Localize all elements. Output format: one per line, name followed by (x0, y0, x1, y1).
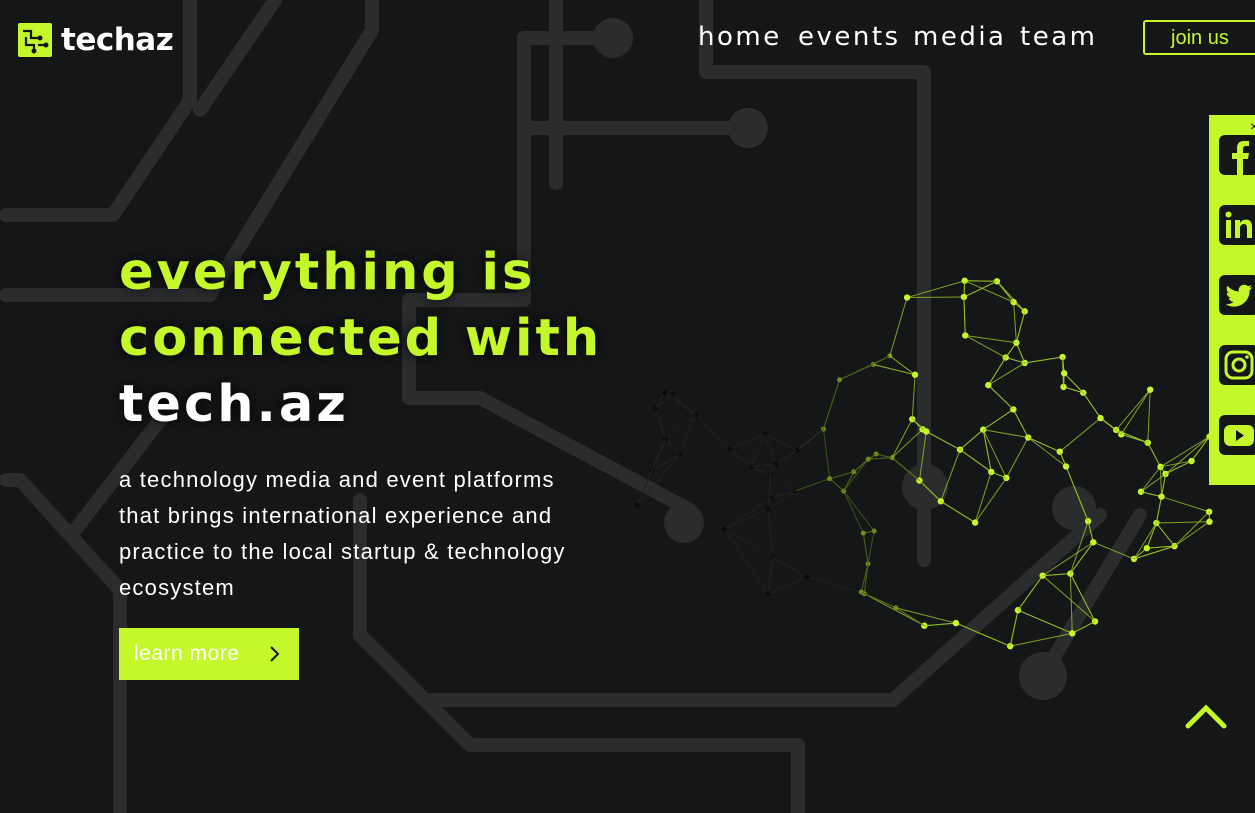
chevron-up-icon[interactable] (1184, 700, 1228, 730)
youtube-icon[interactable] (1219, 415, 1255, 455)
linkedin-icon[interactable] (1219, 205, 1255, 245)
hero-title-line2: connected with (119, 309, 603, 368)
twitter-icon[interactable] (1219, 275, 1255, 315)
close-icon[interactable]: × (1250, 119, 1255, 133)
facebook-icon[interactable] (1219, 135, 1255, 175)
site-header: techaz home events media team join us (0, 0, 1255, 80)
logo-text: techaz (61, 22, 174, 58)
nav-events[interactable]: events (798, 22, 901, 52)
nav-media[interactable]: media (913, 22, 1006, 52)
learn-more-button[interactable]: learn more (119, 628, 299, 680)
hero-description: a technology media and event platforms t… (119, 467, 566, 600)
hero-title-line1: everything is (119, 243, 536, 302)
social-sidebar: × (1209, 115, 1255, 485)
instagram-icon[interactable] (1219, 345, 1255, 385)
nav-home[interactable]: home (698, 22, 782, 52)
join-us-button[interactable]: join us (1143, 20, 1255, 55)
logo-mark-icon (18, 23, 52, 57)
hero-section: everything is connected with tech.az a t… (119, 240, 679, 680)
network-graphic (634, 277, 1213, 650)
logo[interactable]: techaz (18, 22, 174, 58)
chevron-right-icon (270, 646, 280, 662)
learn-more-label: learn more (134, 642, 240, 665)
nav-team[interactable]: team (1020, 22, 1097, 52)
hero-title-line3: tech.az (119, 375, 349, 434)
